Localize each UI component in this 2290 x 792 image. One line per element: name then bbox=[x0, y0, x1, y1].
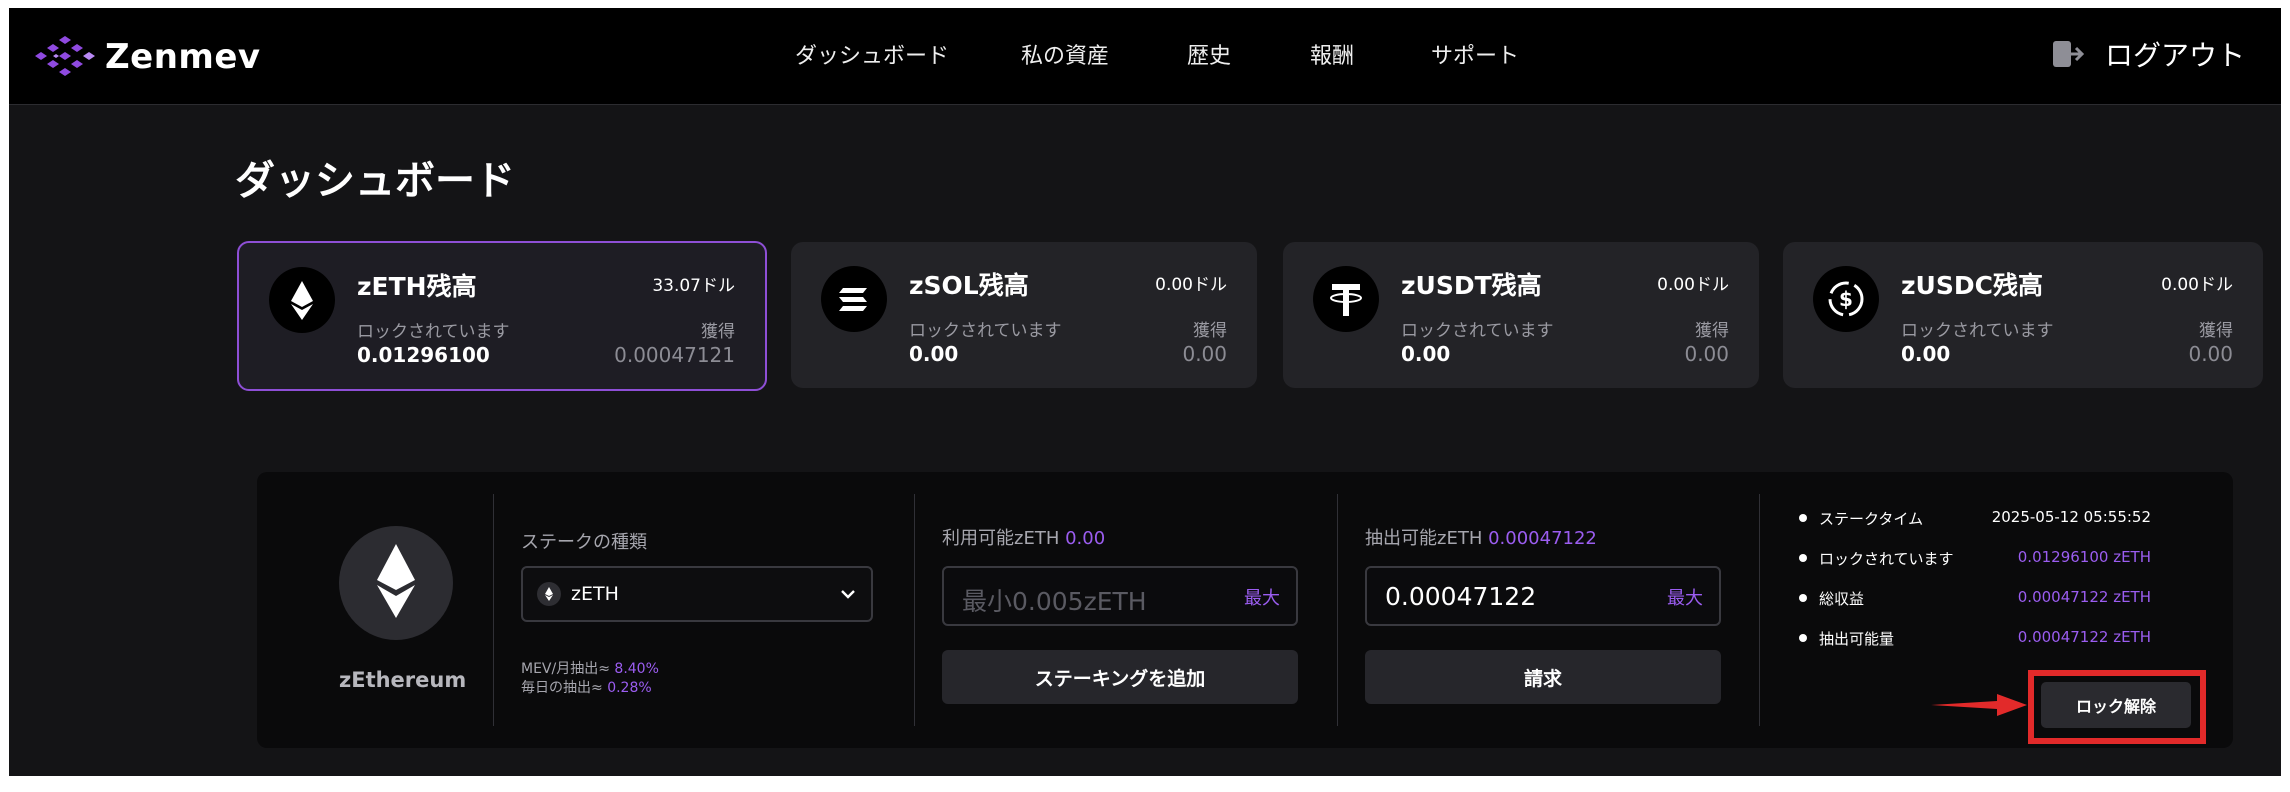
nav-item-my-assets[interactable]: 私の資産 bbox=[1021, 38, 1109, 70]
earned-value: 0.00 bbox=[1684, 342, 1729, 366]
brand-name: Zenmev bbox=[105, 37, 261, 77]
earned-label: 獲得 bbox=[701, 322, 735, 342]
locked-label: ロックされています bbox=[1901, 321, 2054, 341]
claim-amount-value: 0.00047122 bbox=[1385, 582, 1537, 611]
divider bbox=[493, 494, 494, 726]
info-row-withdrawable: 抽出可能量 0.00047122 zETH bbox=[1799, 626, 2205, 650]
withdrawable-zeth: 抽出可能zETH 0.00047122 bbox=[1365, 524, 1597, 550]
nav-item-dashboard[interactable]: ダッシュボード bbox=[795, 38, 949, 70]
card-total-value: 0.00ドル bbox=[1657, 275, 1729, 295]
eth-icon bbox=[269, 267, 335, 333]
card-title: zSOL残高 bbox=[909, 271, 1029, 300]
brand-logo[interactable]: Zenmev bbox=[29, 34, 261, 80]
bullet bbox=[1799, 554, 1807, 562]
locked-value: 0.00 bbox=[1901, 342, 1951, 366]
info-row-total-earnings: 総収益 0.00047122 zETH bbox=[1799, 586, 2205, 610]
card-total-value: 0.00ドル bbox=[2161, 275, 2233, 295]
withdrawable-label: 抽出可能zETH bbox=[1365, 528, 1483, 549]
sol-icon bbox=[821, 266, 887, 332]
info-label: ロックされています bbox=[1819, 550, 1954, 568]
info-value: 0.00047122 zETH bbox=[2017, 588, 2151, 606]
stake-amount-placeholder: 最小0.005zETH bbox=[962, 587, 1147, 616]
logo-icon bbox=[35, 36, 95, 76]
available-label: 利用可能zETH bbox=[942, 528, 1060, 549]
earned-label: 獲得 bbox=[2199, 321, 2233, 341]
locked-label: ロックされています bbox=[1401, 321, 1554, 341]
earned-value: 0.00 bbox=[1182, 342, 1227, 366]
coin-name: zEthereum bbox=[339, 668, 467, 692]
balance-card-zusdc[interactable]: $ zUSDC残高 0.00ドル ロックされています 獲得 0.00 0.00 bbox=[1783, 242, 2263, 388]
selected-token: zETH bbox=[571, 583, 619, 605]
stake-type-select[interactable]: zETH bbox=[521, 566, 873, 622]
withdrawable-value: 0.00047122 bbox=[1488, 528, 1597, 549]
info-label: 抽出可能量 bbox=[1819, 630, 1895, 648]
nav-item-support[interactable]: サポート bbox=[1431, 38, 1519, 70]
card-title: zUSDT残高 bbox=[1401, 271, 1542, 300]
bullet bbox=[1799, 634, 1807, 642]
usdt-icon bbox=[1313, 266, 1379, 332]
divider bbox=[1337, 494, 1338, 726]
nav-item-history[interactable]: 歴史 bbox=[1187, 38, 1231, 70]
locked-value: 0.00 bbox=[909, 342, 959, 366]
earned-value: 0.00047121 bbox=[614, 343, 735, 367]
app-window: Zenmev ダッシュボード 私の資産 歴史 報酬 サポート ログアウト ダッシ… bbox=[9, 8, 2281, 776]
claim-amount-input[interactable]: 0.00047122 最大 bbox=[1365, 566, 1721, 626]
bullet bbox=[1799, 514, 1807, 522]
stake-amount-input[interactable]: 最小0.005zETH 最大 bbox=[942, 566, 1298, 626]
nav-item-rewards[interactable]: 報酬 bbox=[1310, 38, 1354, 70]
claim-button[interactable]: 請求 bbox=[1365, 650, 1721, 704]
daily-extract-label: 毎日の抽出≈ bbox=[521, 680, 603, 696]
balance-card-zsol[interactable]: zSOL残高 0.00ドル ロックされています 獲得 0.00 0.00 bbox=[791, 242, 1257, 388]
eth-mini-icon bbox=[537, 582, 561, 606]
balance-card-zusdt[interactable]: zUSDT残高 0.00ドル ロックされています 獲得 0.00 0.00 bbox=[1283, 242, 1759, 388]
page-title: ダッシュボード bbox=[235, 158, 515, 204]
available-zeth: 利用可能zETH 0.00 bbox=[942, 524, 1105, 550]
info-value: 0.00047122 zETH bbox=[2017, 628, 2151, 646]
info-row-locked: ロックされています 0.01296100 zETH bbox=[1799, 546, 2205, 570]
logout-icon bbox=[2052, 41, 2085, 67]
logout-label: ログアウト bbox=[2104, 39, 2245, 72]
info-label: 総収益 bbox=[1819, 590, 1865, 608]
locked-label: ロックされています bbox=[909, 321, 1062, 341]
usdc-icon: $ bbox=[1813, 266, 1879, 332]
arrow-right-icon bbox=[1931, 694, 2027, 716]
add-staking-button[interactable]: ステーキングを追加 bbox=[942, 650, 1298, 704]
mev-monthly-value: 8.40% bbox=[614, 661, 659, 677]
unlock-button[interactable]: ロック解除 bbox=[2041, 682, 2191, 728]
top-navbar: Zenmev ダッシュボード 私の資産 歴史 報酬 サポート ログアウト bbox=[9, 8, 2281, 105]
locked-value: 0.01296100 bbox=[357, 343, 490, 367]
card-title: zUSDC残高 bbox=[1901, 271, 2043, 300]
daily-extract-value: 0.28% bbox=[607, 680, 652, 696]
card-total-value: 33.07ドル bbox=[652, 276, 735, 296]
info-row-stake-time: ステークタイム 2025-05-12 05:55:52 bbox=[1799, 506, 2205, 530]
logout-button[interactable]: ログアウト bbox=[2051, 34, 2245, 74]
earned-value: 0.00 bbox=[2188, 342, 2233, 366]
info-label: ステークタイム bbox=[1819, 510, 1924, 528]
divider bbox=[914, 494, 915, 726]
eth-coin-icon bbox=[339, 526, 453, 640]
stake-type-label: ステークの種類 bbox=[521, 532, 647, 553]
divider bbox=[1759, 494, 1760, 726]
stake-panel: zEthereum ステークの種類 zETH MEV/月抽出≈ 8.40% 毎日… bbox=[257, 472, 2233, 748]
mev-monthly-label: MEV/月抽出≈ bbox=[521, 661, 610, 677]
max-button[interactable]: 最大 bbox=[1667, 584, 1703, 610]
card-title: zETH残高 bbox=[357, 272, 477, 301]
svg-text:$: $ bbox=[1839, 287, 1853, 311]
max-button[interactable]: 最大 bbox=[1244, 584, 1280, 610]
available-value: 0.00 bbox=[1065, 528, 1106, 549]
locked-label: ロックされています bbox=[357, 322, 510, 342]
locked-value: 0.00 bbox=[1401, 342, 1451, 366]
bullet bbox=[1799, 594, 1807, 602]
info-value: 0.01296100 zETH bbox=[2017, 548, 2151, 566]
mev-rates: MEV/月抽出≈ 8.40% 毎日の抽出≈ 0.28% bbox=[521, 660, 659, 698]
balance-card-zeth[interactable]: zETH残高 33.07ドル ロックされています 獲得 0.01296100 0… bbox=[237, 241, 767, 391]
card-total-value: 0.00ドル bbox=[1155, 275, 1227, 295]
info-value: 2025-05-12 05:55:52 bbox=[1991, 508, 2151, 526]
earned-label: 獲得 bbox=[1695, 321, 1729, 341]
earned-label: 獲得 bbox=[1193, 321, 1227, 341]
chevron-down-icon bbox=[841, 590, 855, 599]
